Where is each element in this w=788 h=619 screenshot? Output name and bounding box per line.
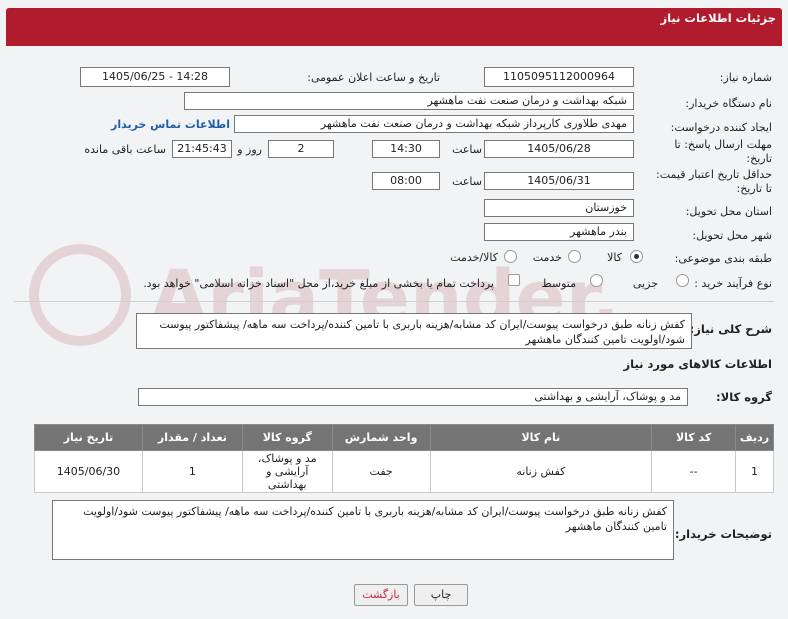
buyer-org-label: نام دستگاه خریدار: (685, 97, 772, 110)
price-validity-time-field: 08:00 (372, 172, 440, 190)
process-radio-partial[interactable] (676, 274, 689, 287)
col-qty: تعداد / مقدار (141, 424, 243, 451)
cell-group-line: آرایشی و (266, 465, 309, 478)
deadline-label-2: تاریخ: (746, 152, 772, 165)
announce-label: تاریخ و ساعت اعلان عمومی: (307, 71, 440, 84)
price-validity-hour-label: ساعت (452, 175, 482, 188)
cell-qty: 1 (141, 450, 243, 493)
buyer-notes-label: توضیحات خریدار: (674, 527, 772, 541)
remaining-days-field: 2 (268, 140, 334, 158)
col-group: گروه کالا (241, 424, 333, 451)
cell-code: -- (651, 450, 737, 493)
cell-group-line: بهداشتی (267, 478, 307, 491)
deadline-label: مهلت ارسال پاسخ: تا (674, 138, 772, 151)
items-table: ردیف کد کالا نام کالا واحد شمارش گروه کا… (34, 424, 774, 493)
process-option-partial: جزیی (632, 277, 658, 290)
price-validity-date-field: 1405/06/31 (484, 172, 634, 190)
cell-row: 1 (735, 450, 774, 493)
deadline-date-field: 1405/06/28 (484, 140, 634, 158)
col-row: ردیف (735, 424, 774, 451)
buyer-notes-textarea[interactable]: کفش زنانه طبق درخواست پیوست/ایران کد مشا… (52, 500, 674, 560)
province-label: استان محل تحویل: (685, 205, 772, 218)
requester-field: مهدی طلاوری کارپرداز شبکه بهداشت و درمان… (234, 115, 634, 133)
treasury-payment-note: پرداخت تمام یا بخشی از مبلغ خرید،از محل … (143, 277, 494, 290)
category-label: طبقه بندی موضوعی: (674, 252, 772, 265)
cell-group-line: مد و پوشاک، (257, 452, 317, 465)
price-validity-label-2: تا تاریخ: (736, 182, 772, 195)
items-section-title: اطلاعات کالاهای مورد نیاز (623, 357, 772, 371)
need-number-label: شماره نیاز: (719, 71, 772, 84)
buyer-org-field: شبکه بهداشت و درمان صنعت نفت ماهشهر (184, 92, 634, 110)
deadline-time-field: 14:30 (372, 140, 440, 158)
remaining-label: ساعت باقی مانده (84, 143, 166, 156)
days-label: روز و (237, 143, 262, 156)
treasury-payment-checkbox[interactable] (508, 274, 520, 286)
print-button[interactable]: چاپ (414, 584, 468, 606)
category-option-goods: کالا (607, 251, 622, 264)
price-validity-label: حداقل تاریخ اعتبار قیمت: (656, 168, 772, 181)
remaining-time-field: 21:45:43 (172, 140, 232, 158)
separator (14, 301, 774, 302)
city-field: بندر ماهشهر (484, 223, 634, 241)
process-label: نوع فرآیند خرید : (694, 277, 772, 290)
goods-group-label: گروه کالا: (716, 390, 772, 404)
requester-label: ایجاد کننده درخواست: (670, 121, 772, 134)
goods-group-field: مد و پوشاک، آرایشی و بهداشتی (138, 388, 688, 406)
col-unit: واحد شمارش (331, 424, 431, 451)
city-label: شهر محل تحویل: (692, 229, 772, 242)
need-number-field: 1105095112000964 (484, 67, 634, 87)
cell-date: 1405/06/30 (34, 450, 143, 493)
table-header-row: ردیف کد کالا نام کالا واحد شمارش گروه کا… (34, 424, 774, 451)
description-label: شرح کلی نیاز: (689, 322, 772, 336)
category-option-service: خدمت (532, 251, 562, 264)
category-option-goods-service: کالا/خدمت (450, 251, 498, 264)
cell-group: مد و پوشاک، آرایشی و بهداشتی (241, 450, 333, 493)
category-radio-service[interactable] (568, 250, 581, 263)
province-field: خوزستان (484, 199, 634, 217)
cell-unit: جفت (331, 450, 431, 493)
back-button[interactable]: بازگشت (354, 584, 408, 606)
cell-name: کفش زنانه (429, 450, 653, 493)
table-row: 1 -- کفش زنانه جفت مد و پوشاک، آرایشی و … (34, 450, 774, 493)
col-name: نام کالا (429, 424, 653, 451)
process-radio-medium[interactable] (590, 274, 603, 287)
buyer-contact-link[interactable]: اطلاعات تماس خریدار (111, 118, 230, 131)
process-option-medium: متوسط (541, 277, 576, 290)
announce-field: 1405/06/25 - 14:28 (80, 67, 230, 87)
category-radio-goods-service[interactable] (504, 250, 517, 263)
page-title: جزئیات اطلاعات نیاز (660, 11, 776, 25)
col-code: کد کالا (651, 424, 737, 451)
category-radio-goods[interactable] (630, 250, 643, 263)
deadline-hour-label: ساعت (452, 143, 482, 156)
col-date: تاریخ نیاز (34, 424, 143, 451)
description-textarea[interactable]: کفش زنانه طبق درخواست پیوست/ایران کد مشا… (136, 313, 692, 349)
